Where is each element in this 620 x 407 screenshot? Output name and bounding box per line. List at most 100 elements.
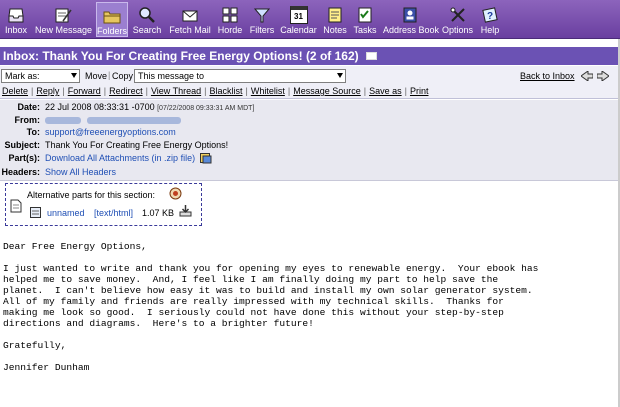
alternative-parts-label: Alternative parts for this section: [27,190,156,200]
blacklist-link[interactable]: Blacklist [209,86,242,96]
toolbar-fetch-mail-label: Fetch Mail [169,25,211,35]
envelope-icon [365,51,377,60]
toolbar-horde-button[interactable]: Horde [216,2,244,37]
mark-as-label: Mark as: [5,71,40,81]
separator: | [404,86,407,96]
toolbar-filters-button[interactable]: Filters [248,2,276,37]
fetch-mail-icon [182,10,198,22]
toolbar-folders-label: Folders [97,26,128,36]
subject-label: Subject: [4,140,40,150]
date-text: 22 Jul 2008 08:33:31 -0700 [45,102,155,112]
whitelist-link[interactable]: Whitelist [251,86,285,96]
toolbar-new-message-button[interactable]: New Message [35,2,93,37]
previous-message-icon[interactable] [581,71,593,81]
attachment-name-link[interactable]: unnamed [47,208,85,218]
toolbar-folders-button[interactable]: Folders [96,2,128,37]
calendar-day-number: 31 [294,12,303,21]
new-message-icon [55,8,72,23]
separator: | [145,86,148,96]
save-as-link[interactable]: Save as [369,86,402,96]
target-folder-select[interactable]: This message to [134,69,346,83]
show-all-headers-link[interactable]: Show All Headers [45,166,116,179]
attachment-type: [text/html] [94,208,134,218]
toolbar-calendar-button[interactable]: 31 Calendar [279,2,318,37]
to-value[interactable]: support@freeenergyoptions.com [45,126,176,139]
toolbar-search-button[interactable]: Search [132,2,162,37]
chevron-down-icon [71,73,77,78]
view-thread-link[interactable]: View Thread [151,86,201,96]
delete-link[interactable]: Delete [2,86,28,96]
toolbar-notes-label: Notes [323,25,347,35]
message-headers: Date: 22 Jul 2008 08:33:31 -0700 [07/22/… [0,100,620,180]
svg-text:?: ? [487,11,493,22]
reply-link[interactable]: Reply [36,86,59,96]
search-icon [139,7,155,23]
header-divider [0,180,620,181]
tasks-icon [358,7,372,23]
main-toolbar: Inbox New Message Folders Search Fetch M… [0,0,620,39]
notes-icon [328,7,342,23]
next-message-icon[interactable] [597,71,609,81]
chevron-down-icon [337,73,343,78]
view-alternative-icon[interactable] [169,187,182,200]
toolbar-options-button[interactable]: Options [441,2,474,37]
help-icon: ? [482,7,498,23]
document-icon [10,199,22,213]
toolbar-fetch-mail-button[interactable]: Fetch Mail [168,2,212,37]
toolbar-new-message-label: New Message [35,25,93,35]
separator: | [287,86,291,96]
horde-icon [222,7,238,23]
download-all-attachments-link[interactable]: Download All Attachments (in .zip file) [45,153,195,163]
toolbar-tasks-label: Tasks [353,25,377,35]
toolbar-help-button[interactable]: ? Help [478,2,502,37]
to-label: To: [26,127,40,137]
subject-value: Thank You For Creating Free Energy Optio… [45,140,229,150]
toolbar-notes-button[interactable]: Notes [322,2,348,37]
toolbar-address-book-button[interactable]: Address Book [383,2,440,37]
message-controls: Mark as: Move | Copy This message to Bac… [0,66,620,86]
separator: | [363,86,367,96]
headers-label: Headers: [1,167,40,177]
address-book-icon [403,7,417,23]
toolbar-calendar-label: Calendar [280,25,317,35]
move-link[interactable]: Move [85,71,107,81]
folders-icon [103,11,121,24]
date-value: 22 Jul 2008 08:33:31 -0700 [07/22/2008 0… [45,101,254,115]
toolbar-inbox-label: Inbox [4,25,28,35]
copy-link[interactable]: Copy [112,71,133,81]
redacted-name [45,117,81,125]
mark-as-select[interactable]: Mark as: [1,69,80,83]
toolbar-address-book-label: Address Book [383,25,440,35]
redacted-email [86,117,181,125]
separator: | [245,86,248,96]
message-body: Dear Free Energy Options, I just wanted … [3,241,539,373]
options-icon [450,7,465,22]
separator: | [62,86,65,96]
download-icon[interactable] [179,204,192,217]
message-count: (2 of 162) [305,49,359,63]
date-label: Date: [17,102,40,112]
zip-download-icon[interactable] [199,153,212,164]
message-title-bar: Inbox: Thank You For Creating Free Energ… [0,47,620,65]
forward-link[interactable]: Forward [68,86,101,96]
parts-label: Part(s): [8,153,40,163]
date-local-text: [07/22/2008 09:33:31 AM MDT] [157,105,255,112]
calendar-icon: 31 [289,6,308,24]
toolbar-options-label: Options [441,25,474,35]
toolbar-horde-label: Horde [217,25,243,35]
toolbar-search-label: Search [132,25,162,35]
inbox-icon [8,8,24,23]
toolbar-inbox-button[interactable]: Inbox [2,2,30,37]
parts-value: Download All Attachments (in .zip file) [45,152,212,165]
target-folder-value: This message to [138,71,205,81]
back-to-inbox-link[interactable]: Back to Inbox [520,71,575,81]
message-source-link[interactable]: Message Source [293,86,361,96]
separator: | [108,70,111,80]
toolbar-tasks-button[interactable]: Tasks [351,2,379,37]
attachment-file-icon [30,207,41,218]
redirect-link[interactable]: Redirect [109,86,143,96]
attachment-size: 1.07 KB [142,208,175,218]
print-link[interactable]: Print [410,86,429,96]
toolbar-help-label: Help [480,25,500,35]
message-actions: Delete | Reply | Forward | Redirect | View Threa… [0,86,620,99]
